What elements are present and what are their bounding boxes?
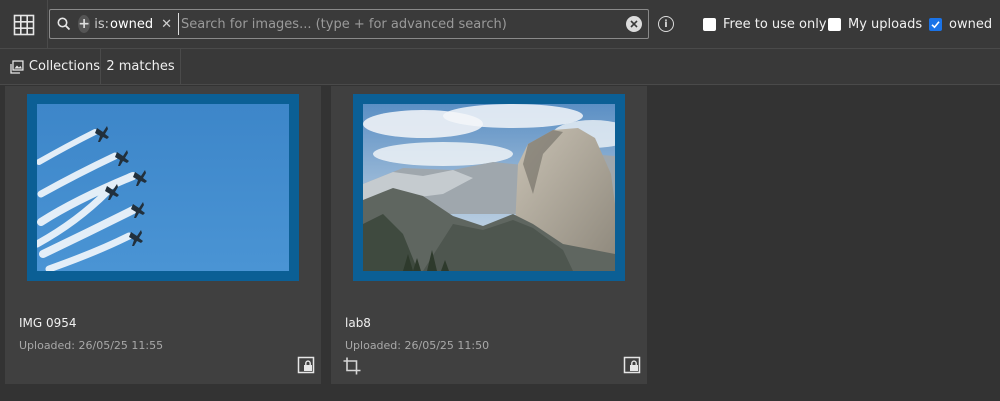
thumbnail-image-mountain[interactable]	[363, 104, 615, 271]
grid-icon	[13, 14, 34, 35]
card-title: IMG 0954	[19, 316, 77, 330]
owned-label: owned	[949, 16, 993, 32]
owned-checkbox[interactable]	[929, 17, 942, 31]
card-title: lab8	[345, 316, 371, 330]
lock-icon[interactable]	[623, 356, 641, 374]
check-icon	[931, 20, 940, 28]
search-icon	[57, 17, 71, 31]
free-to-use-filter[interactable]: Free to use only	[703, 15, 827, 33]
lock-icon[interactable]	[297, 356, 315, 374]
thumbnail-frame[interactable]	[353, 94, 625, 281]
free-to-use-label: Free to use only	[723, 16, 827, 32]
clear-icon[interactable]	[626, 16, 642, 32]
search-input[interactable]	[178, 13, 618, 35]
my-uploads-filter[interactable]: My uploads	[828, 15, 922, 33]
search-filter-chip[interactable]: + is: owned ✕	[78, 12, 172, 36]
result-card[interactable]: IMG 0954 Uploaded: 26/05/25 11:55	[5, 86, 321, 384]
collections-label: Collections	[28, 59, 100, 74]
close-icon[interactable]: ✕	[161, 17, 172, 32]
grid-view-button[interactable]	[0, 0, 48, 49]
card-upload-date: Uploaded: 26/05/25 11:55	[19, 339, 164, 352]
results-toolbar: Collections 2 matches	[0, 49, 1000, 85]
my-uploads-label: My uploads	[848, 16, 923, 32]
info-icon[interactable]: i	[658, 16, 674, 32]
search-box[interactable]: + is: owned ✕	[49, 9, 649, 39]
free-to-use-checkbox[interactable]	[703, 17, 716, 31]
top-bar: + is: owned ✕ i Free to use only My uplo…	[0, 0, 1000, 49]
clear-x-glyph	[630, 20, 638, 28]
crop-icon[interactable]	[343, 357, 361, 375]
plus-icon[interactable]: +	[78, 15, 91, 33]
mountain-picture	[363, 104, 615, 271]
thumbnail-image-jets[interactable]	[37, 104, 289, 271]
result-card[interactable]: lab8 Uploaded: 26/05/25 11:50	[331, 86, 647, 384]
collections-button[interactable]: Collections	[0, 49, 101, 84]
matches-count: 2 matches	[101, 49, 181, 84]
thumbnail-frame[interactable]	[27, 94, 299, 281]
card-upload-date: Uploaded: 26/05/25 11:50	[345, 339, 490, 352]
collections-icon	[10, 59, 24, 74]
jets-picture	[37, 104, 289, 271]
chip-key: is:	[94, 16, 110, 32]
owned-filter[interactable]: owned	[929, 15, 992, 33]
chip-value: owned	[110, 16, 154, 32]
my-uploads-checkbox[interactable]	[828, 17, 841, 31]
